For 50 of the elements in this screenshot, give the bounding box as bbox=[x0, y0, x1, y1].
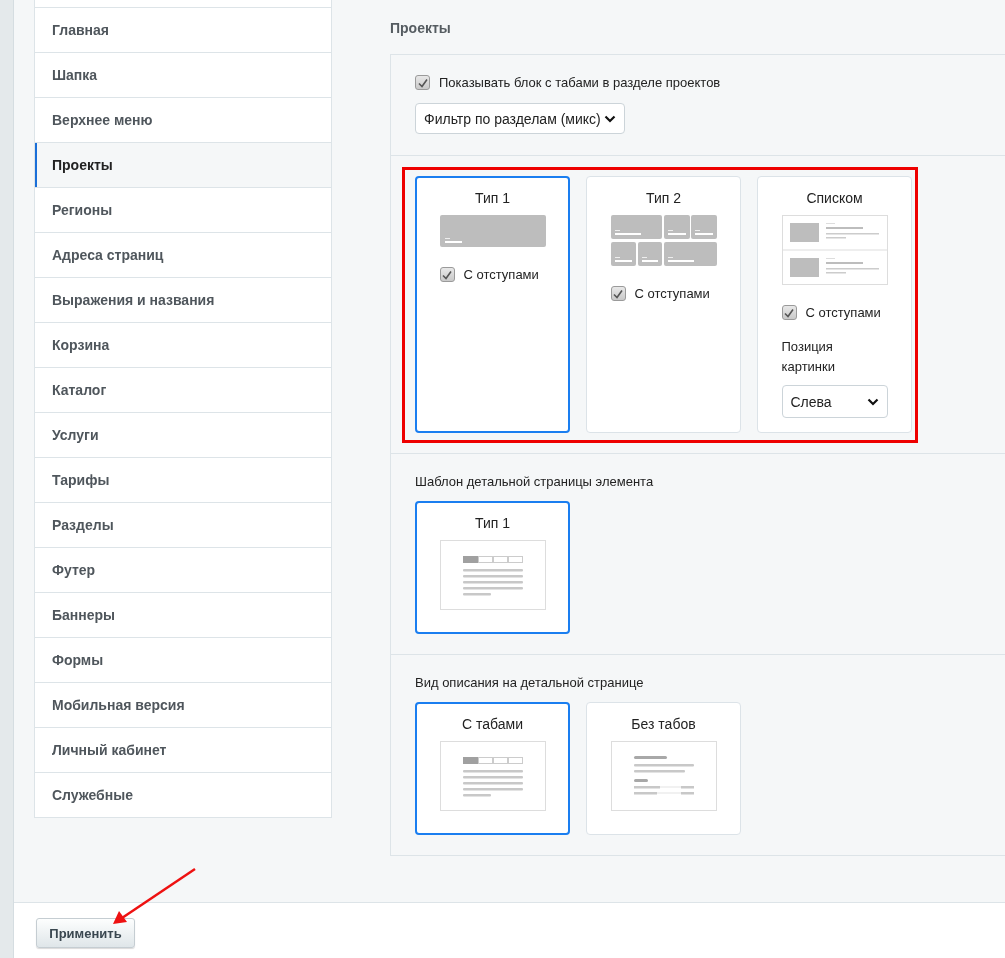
sidebar-item[interactable]: Футер bbox=[35, 547, 331, 592]
checkbox-label: С отступами bbox=[805, 305, 881, 320]
position-select[interactable]: Слева bbox=[781, 385, 888, 418]
sidebar-item[interactable]: Услуги bbox=[35, 412, 331, 457]
checkbox-label: Показывать блок с табами в разделе проектов bbox=[439, 75, 721, 90]
field-label: Позиция картинки bbox=[781, 338, 836, 376]
card-title: Тип 1 bbox=[475, 514, 510, 532]
option-card[interactable]: Тип 2 С отступами bbox=[586, 176, 741, 433]
checkbox[interactable] bbox=[415, 75, 430, 90]
check-icon bbox=[416, 76, 429, 89]
check-icon bbox=[441, 268, 453, 281]
sidebar-item[interactable]: Регионы bbox=[35, 187, 331, 232]
sidebar-item[interactable]: Корзина bbox=[35, 322, 331, 367]
filter-select[interactable]: Фильтр по разделам (микс) bbox=[415, 103, 625, 134]
sidebar-item[interactable]: Выражения и названия bbox=[35, 277, 331, 322]
sidebar-item[interactable]: Разделы bbox=[35, 502, 331, 547]
sidebar-item[interactable]: Адреса страниц bbox=[35, 232, 331, 277]
option-card[interactable]: Списком С отступами Позиция картинки Слева bbox=[757, 176, 912, 433]
checkbox-label: С отступами bbox=[634, 286, 710, 301]
checkbox[interactable] bbox=[781, 305, 797, 320]
card-title: Списком bbox=[806, 189, 863, 207]
sidebar-item[interactable]: Каталог bbox=[35, 367, 331, 412]
sidebar-item[interactable]: Баннеры bbox=[35, 592, 331, 637]
option-card[interactable]: Тип 1 bbox=[415, 501, 570, 634]
sidebar-item[interactable]: Тарифы bbox=[35, 457, 331, 502]
option-card[interactable]: Тип 1 С отступами bbox=[415, 176, 570, 433]
sidebar-item[interactable]: Формы bbox=[35, 637, 331, 682]
section-title: Проекты bbox=[390, 20, 452, 38]
check-icon bbox=[783, 306, 795, 319]
field-label: Вид описания на детальной странице bbox=[415, 675, 645, 691]
checkbox[interactable] bbox=[610, 286, 626, 301]
apply-button[interactable]: Применить bbox=[36, 918, 135, 948]
checkbox-label: С отступами bbox=[463, 267, 539, 282]
sidebar-item[interactable]: Служебные bbox=[35, 772, 331, 817]
chevron-down-icon bbox=[866, 397, 879, 406]
sidebar-item[interactable]: Проекты bbox=[35, 142, 331, 187]
option-card[interactable]: С табами bbox=[415, 702, 570, 835]
card-title: Тип 2 bbox=[646, 189, 681, 207]
checkbox[interactable] bbox=[439, 267, 455, 282]
chevron-down-icon bbox=[604, 114, 616, 123]
check-icon bbox=[612, 287, 624, 300]
sidebar-item[interactable]: Главная bbox=[35, 7, 331, 52]
card-title: Тип 1 bbox=[475, 189, 510, 207]
sidebar-item[interactable]: Мобильная версия bbox=[35, 682, 331, 727]
card-title: Без табов bbox=[631, 715, 696, 733]
field-label: Шаблон детальной страницы элемента bbox=[415, 474, 655, 490]
sidebar-item[interactable]: Личный кабинет bbox=[35, 727, 331, 772]
card-title: С табами bbox=[462, 715, 523, 733]
sidebar-item[interactable]: Шапка bbox=[35, 52, 331, 97]
option-card[interactable]: Без табов bbox=[586, 702, 741, 835]
